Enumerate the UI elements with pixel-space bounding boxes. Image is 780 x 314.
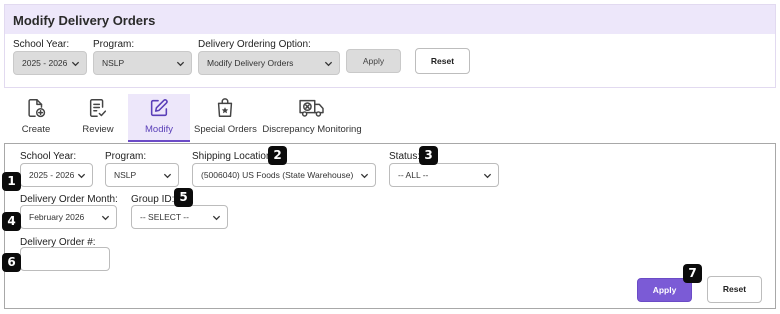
status-select[interactable]: -- ALL -- [389, 163, 499, 187]
status-label: Status: [389, 151, 421, 162]
chevron-down-icon [77, 171, 86, 180]
tab-create[interactable]: Create [10, 94, 62, 142]
chevron-down-icon [483, 171, 492, 180]
tab-review-label: Review [82, 124, 114, 135]
school-year-label: School Year: [20, 151, 77, 162]
program-select[interactable]: NSLP [105, 163, 179, 187]
group-id-value: -- SELECT -- [140, 212, 189, 222]
tab-discrepancy-monitoring-label: Discrepancy Monitoring [262, 124, 362, 135]
header-program-value: NSLP [102, 58, 125, 68]
delivery-order-month-select[interactable]: February 2026 [20, 205, 117, 229]
header-title-bar: Modify Delivery Orders [5, 5, 775, 34]
delivery-order-month-value: February 2026 [29, 212, 85, 222]
delivery-order-month-label: Delivery Order Month: [20, 194, 118, 205]
chevron-down-icon [324, 59, 333, 68]
header-apply-button[interactable]: Apply [346, 49, 401, 73]
program-label: Program: [105, 151, 147, 162]
callout-6: 6 [2, 253, 21, 272]
callout-2: 2 [268, 146, 287, 165]
shipping-location-label: Shipping Location: [192, 151, 275, 162]
shopping-bag-star-icon [214, 97, 236, 124]
delivery-truck-x-icon [298, 97, 326, 124]
status-value: -- ALL -- [398, 170, 429, 180]
page-title: Modify Delivery Orders [13, 13, 156, 28]
header-program-label: Program: [93, 39, 135, 50]
file-check-icon [87, 97, 109, 124]
chevron-down-icon [163, 171, 172, 180]
header-reset-button[interactable]: Reset [415, 48, 470, 74]
tab-create-label: Create [21, 124, 51, 135]
callout-1: 1 [2, 172, 21, 191]
header-ordering-option-select[interactable]: Modify Delivery Orders [198, 51, 340, 75]
tab-discrepancy-monitoring[interactable]: Discrepancy Monitoring [260, 94, 364, 142]
header-school-year-label: School Year: [13, 39, 70, 50]
shipping-location-value: (5006040) US Foods (State Warehouse) [201, 170, 354, 180]
tab-bar: Create Review Modify Special Orders Disc… [4, 94, 776, 144]
chevron-down-icon [176, 59, 185, 68]
header-program-select[interactable]: NSLP [93, 51, 192, 75]
callout-5: 5 [174, 188, 193, 207]
chevron-down-icon [360, 171, 369, 180]
group-id-select[interactable]: -- SELECT -- [131, 205, 228, 229]
delivery-order-number-input[interactable] [20, 247, 110, 271]
callout-4: 4 [2, 212, 21, 231]
callout-7: 7 [683, 264, 702, 283]
program-value: NSLP [114, 170, 137, 180]
school-year-select[interactable]: 2025 - 2026 [20, 163, 93, 187]
tab-review[interactable]: Review [74, 94, 122, 142]
chevron-down-icon [71, 59, 80, 68]
chevron-down-icon [212, 213, 221, 222]
tab-special-orders-label: Special Orders [194, 124, 257, 135]
header-ordering-option-value: Modify Delivery Orders [207, 58, 294, 68]
callout-3: 3 [419, 146, 438, 165]
header-ordering-option-label: Delivery Ordering Option: [198, 39, 311, 50]
tab-modify[interactable]: Modify [128, 94, 190, 142]
tab-special-orders[interactable]: Special Orders [194, 94, 257, 142]
file-plus-icon [25, 97, 47, 124]
header-school-year-select[interactable]: 2025 - 2026 [13, 51, 87, 75]
edit-square-icon [148, 97, 170, 124]
chevron-down-icon [101, 213, 110, 222]
header-school-year-value: 2025 - 2026 [22, 58, 68, 68]
reset-button[interactable]: Reset [707, 276, 762, 303]
tab-modify-label: Modify [145, 124, 173, 135]
shipping-location-select[interactable]: (5006040) US Foods (State Warehouse) [192, 163, 376, 187]
school-year-value: 2025 - 2026 [29, 170, 75, 180]
group-id-label: Group ID: [131, 194, 175, 205]
